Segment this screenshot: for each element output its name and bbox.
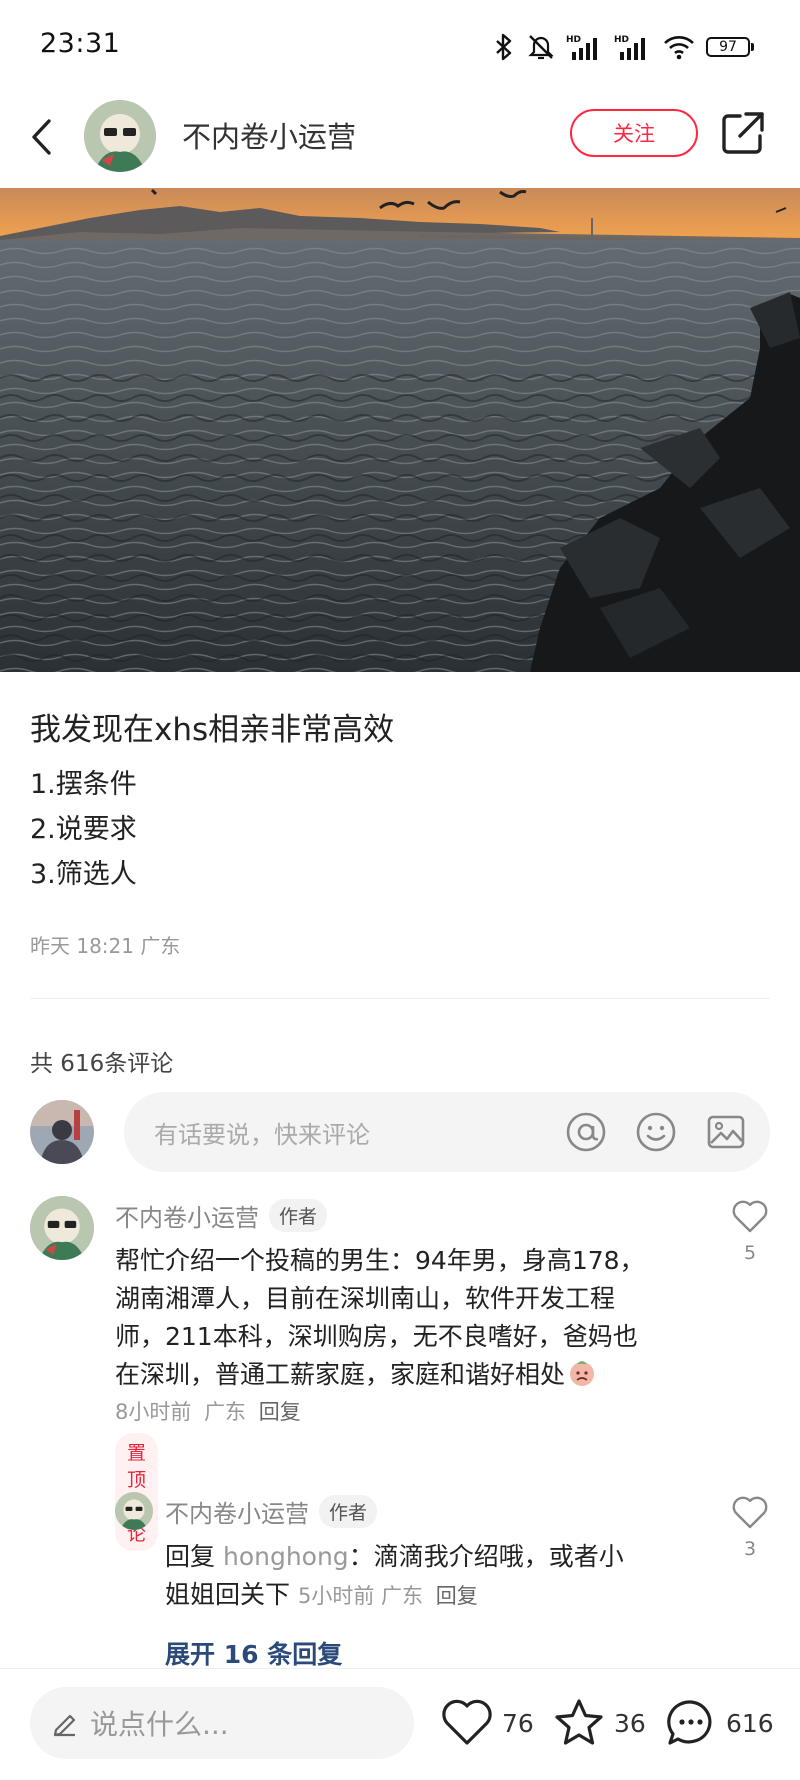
like-count: 76	[502, 1708, 534, 1738]
star-icon	[555, 1699, 603, 1745]
comment-like-count: 5	[743, 1242, 757, 1264]
replier-name-text: 不内卷小运营	[165, 1500, 309, 1528]
svg-text:HD: HD	[614, 35, 629, 45]
reply-text[interactable]: 回复 honghong：滴滴我介绍哦，或者小 姐姐回关下 5小时前 广东 回复	[165, 1538, 705, 1615]
mention-icon[interactable]	[564, 1110, 608, 1154]
reply-like-button[interactable]: 3	[730, 1496, 770, 1560]
emoji-icon[interactable]	[634, 1110, 678, 1154]
replier-avatar[interactable]	[115, 1492, 153, 1530]
post-header: 不内卷小运营 关注	[0, 92, 800, 188]
signal-1-icon: HD	[566, 35, 597, 60]
comment-time: 8小时前	[115, 1400, 192, 1424]
comment-bubble-icon	[667, 1700, 712, 1745]
mute-icon	[528, 35, 554, 60]
image-icon[interactable]	[704, 1110, 748, 1154]
comment-like-button[interactable]: 5	[730, 1200, 770, 1264]
post-image[interactable]	[0, 188, 800, 672]
heart-icon	[732, 1496, 768, 1529]
reply-like-count: 3	[743, 1538, 757, 1560]
commenter-avatar[interactable]	[30, 1196, 94, 1260]
signal-2-icon: HD	[614, 35, 645, 60]
reply-target[interactable]: honghong	[223, 1542, 349, 1571]
reply-text-line: 回复 honghong：滴滴我介绍哦，或者小	[165, 1542, 624, 1571]
bottom-comment-input[interactable]: 说点什么...	[30, 1687, 414, 1759]
wifi-icon	[664, 36, 694, 60]
author-tag: 作者	[319, 1495, 378, 1528]
author-tag: 作者	[269, 1199, 328, 1232]
share-button[interactable]	[718, 108, 768, 158]
comment-input-tools	[564, 1110, 748, 1154]
status-icons: HD HD 97	[492, 30, 754, 64]
sad-emoji-icon	[570, 1361, 595, 1386]
svg-text:HD: HD	[566, 35, 581, 45]
share-icon	[722, 112, 764, 154]
commenter-name-text: 不内卷小运营	[115, 1204, 259, 1232]
chevron-left-icon	[32, 119, 51, 155]
comment-text-line: 师，211本科，深圳购房，无不良嗜好，爸妈也	[115, 1322, 638, 1351]
my-avatar	[30, 1100, 94, 1164]
reply-button[interactable]: 回复	[259, 1400, 301, 1424]
comment-location: 广东	[204, 1400, 247, 1424]
reply-text-line: 姐姐回关下 5小时前 广东 回复	[165, 1580, 478, 1609]
post-body: 1.摆条件 2.说要求 3.筛选人	[30, 762, 137, 897]
status-time: 23:31	[40, 28, 121, 59]
bottom-action-bar: 说点什么... 76 36 616	[0, 1668, 800, 1780]
collect-button[interactable]: 36	[552, 1695, 646, 1751]
commenter-name[interactable]: 不内卷小运营 作者	[115, 1198, 328, 1233]
comment-text-line: 帮忙介绍一个投稿的男生：94年男，身高178，	[115, 1246, 645, 1275]
reply-button[interactable]: 回复	[436, 1584, 478, 1608]
bluetooth-icon	[496, 33, 512, 61]
post-title: 我发现在xhs相亲非常高效	[30, 712, 395, 748]
post-line: 1.摆条件	[30, 769, 137, 800]
comment-text[interactable]: 帮忙介绍一个投稿的男生：94年男，身高178， 湖南湘潭人，目前在深圳南山，软件…	[115, 1242, 705, 1394]
comment-input-placeholder: 有话要说，快来评论	[154, 1120, 370, 1149]
author-name[interactable]: 不内卷小运营	[182, 114, 356, 156]
comment-total-count: 616	[726, 1708, 774, 1738]
comment-button[interactable]: 616	[664, 1695, 774, 1751]
heart-icon	[442, 1699, 492, 1745]
comment-meta: 8小时前 广东 回复	[115, 1396, 301, 1426]
battery-icon: 97	[706, 37, 754, 57]
reply-time: 5小时前	[297, 1584, 375, 1608]
post-line: 2.说要求	[30, 814, 137, 845]
comment-input[interactable]: 有话要说，快来评论	[124, 1092, 770, 1172]
replier-name[interactable]: 不内卷小运营 作者	[165, 1494, 378, 1529]
follow-button[interactable]: 关注	[570, 109, 698, 157]
comment-text-line: 湖南湘潭人，目前在深圳南山，软件开发工程	[115, 1284, 616, 1313]
bottom-input-placeholder: 说点什么...	[90, 1708, 229, 1741]
heart-icon	[732, 1200, 768, 1233]
comment-count: 共 616条评论	[30, 1051, 174, 1077]
status-bar: 23:31 HD HD 97	[0, 0, 800, 92]
like-button[interactable]: 76	[440, 1695, 534, 1751]
pencil-icon	[53, 1714, 76, 1737]
expand-replies-button[interactable]: 展开 16 条回复	[165, 1635, 342, 1671]
author-avatar[interactable]	[84, 100, 156, 172]
divider	[30, 998, 770, 999]
collect-count: 36	[614, 1708, 646, 1738]
comment-text-line: 在深圳，普通工薪家庭，家庭和谐好相处	[115, 1356, 705, 1394]
battery-level: 97	[706, 37, 750, 57]
post-line: 3.筛选人	[30, 859, 137, 890]
reply-location: 广东	[381, 1584, 424, 1608]
post-meta: 昨天 18:21 广东	[30, 934, 181, 958]
back-button[interactable]	[22, 112, 62, 162]
